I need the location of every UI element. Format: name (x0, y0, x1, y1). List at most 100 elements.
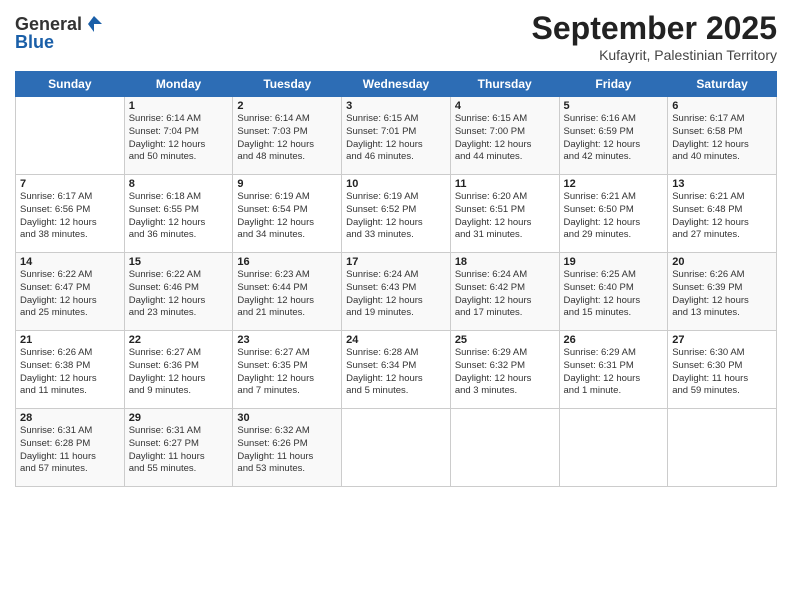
day-info: Sunrise: 6:19 AM Sunset: 6:52 PM Dayligh… (346, 191, 446, 242)
day-number: 23 (237, 334, 337, 346)
calendar-cell: 4Sunrise: 6:15 AM Sunset: 7:00 PM Daylig… (450, 97, 559, 175)
calendar-cell: 27Sunrise: 6:30 AM Sunset: 6:30 PM Dayli… (668, 331, 777, 409)
calendar-cell: 30Sunrise: 6:32 AM Sunset: 6:26 PM Dayli… (233, 409, 342, 487)
week-row: 7Sunrise: 6:17 AM Sunset: 6:56 PM Daylig… (16, 175, 777, 253)
day-number: 15 (129, 256, 229, 268)
day-number: 5 (564, 100, 664, 112)
day-info: Sunrise: 6:26 AM Sunset: 6:38 PM Dayligh… (20, 347, 120, 398)
day-header-wednesday: Wednesday (342, 72, 451, 97)
day-header-sunday: Sunday (16, 72, 125, 97)
day-number: 3 (346, 100, 446, 112)
calendar-cell: 28Sunrise: 6:31 AM Sunset: 6:28 PM Dayli… (16, 409, 125, 487)
calendar-cell: 3Sunrise: 6:15 AM Sunset: 7:01 PM Daylig… (342, 97, 451, 175)
calendar-cell: 17Sunrise: 6:24 AM Sunset: 6:43 PM Dayli… (342, 253, 451, 331)
calendar-cell: 9Sunrise: 6:19 AM Sunset: 6:54 PM Daylig… (233, 175, 342, 253)
day-number: 2 (237, 100, 337, 112)
day-info: Sunrise: 6:29 AM Sunset: 6:31 PM Dayligh… (564, 347, 664, 398)
logo-icon (84, 14, 104, 34)
day-info: Sunrise: 6:31 AM Sunset: 6:28 PM Dayligh… (20, 425, 120, 476)
day-number: 27 (672, 334, 772, 346)
day-info: Sunrise: 6:27 AM Sunset: 6:35 PM Dayligh… (237, 347, 337, 398)
day-info: Sunrise: 6:18 AM Sunset: 6:55 PM Dayligh… (129, 191, 229, 242)
calendar-cell: 23Sunrise: 6:27 AM Sunset: 6:35 PM Dayli… (233, 331, 342, 409)
header: General Blue September 2025 Kufayrit, Pa… (15, 10, 777, 63)
day-header-saturday: Saturday (668, 72, 777, 97)
day-info: Sunrise: 6:16 AM Sunset: 6:59 PM Dayligh… (564, 113, 664, 164)
calendar-cell: 19Sunrise: 6:25 AM Sunset: 6:40 PM Dayli… (559, 253, 668, 331)
day-number: 26 (564, 334, 664, 346)
day-info: Sunrise: 6:24 AM Sunset: 6:42 PM Dayligh… (455, 269, 555, 320)
day-number: 14 (20, 256, 120, 268)
day-number: 24 (346, 334, 446, 346)
day-info: Sunrise: 6:24 AM Sunset: 6:43 PM Dayligh… (346, 269, 446, 320)
calendar-cell: 26Sunrise: 6:29 AM Sunset: 6:31 PM Dayli… (559, 331, 668, 409)
day-number: 4 (455, 100, 555, 112)
header-row: SundayMondayTuesdayWednesdayThursdayFrid… (16, 72, 777, 97)
calendar-cell: 25Sunrise: 6:29 AM Sunset: 6:32 PM Dayli… (450, 331, 559, 409)
day-number: 21 (20, 334, 120, 346)
calendar-cell: 5Sunrise: 6:16 AM Sunset: 6:59 PM Daylig… (559, 97, 668, 175)
day-number: 12 (564, 178, 664, 190)
day-info: Sunrise: 6:25 AM Sunset: 6:40 PM Dayligh… (564, 269, 664, 320)
day-number: 11 (455, 178, 555, 190)
calendar-cell: 22Sunrise: 6:27 AM Sunset: 6:36 PM Dayli… (124, 331, 233, 409)
calendar-cell: 6Sunrise: 6:17 AM Sunset: 6:58 PM Daylig… (668, 97, 777, 175)
calendar-cell (450, 409, 559, 487)
day-info: Sunrise: 6:17 AM Sunset: 6:56 PM Dayligh… (20, 191, 120, 242)
day-info: Sunrise: 6:22 AM Sunset: 6:47 PM Dayligh… (20, 269, 120, 320)
day-header-monday: Monday (124, 72, 233, 97)
calendar-cell: 20Sunrise: 6:26 AM Sunset: 6:39 PM Dayli… (668, 253, 777, 331)
calendar-table: SundayMondayTuesdayWednesdayThursdayFrid… (15, 71, 777, 487)
day-number: 30 (237, 412, 337, 424)
day-info: Sunrise: 6:29 AM Sunset: 6:32 PM Dayligh… (455, 347, 555, 398)
day-number: 19 (564, 256, 664, 268)
calendar-cell: 18Sunrise: 6:24 AM Sunset: 6:42 PM Dayli… (450, 253, 559, 331)
calendar-cell (16, 97, 125, 175)
calendar-cell (668, 409, 777, 487)
title-block: September 2025 Kufayrit, Palestinian Ter… (532, 10, 777, 63)
week-row: 21Sunrise: 6:26 AM Sunset: 6:38 PM Dayli… (16, 331, 777, 409)
calendar-header: SundayMondayTuesdayWednesdayThursdayFrid… (16, 72, 777, 97)
calendar-cell: 14Sunrise: 6:22 AM Sunset: 6:47 PM Dayli… (16, 253, 125, 331)
day-header-friday: Friday (559, 72, 668, 97)
week-row: 28Sunrise: 6:31 AM Sunset: 6:28 PM Dayli… (16, 409, 777, 487)
day-info: Sunrise: 6:14 AM Sunset: 7:03 PM Dayligh… (237, 113, 337, 164)
day-info: Sunrise: 6:15 AM Sunset: 7:01 PM Dayligh… (346, 113, 446, 164)
day-number: 1 (129, 100, 229, 112)
day-info: Sunrise: 6:31 AM Sunset: 6:27 PM Dayligh… (129, 425, 229, 476)
day-header-thursday: Thursday (450, 72, 559, 97)
day-number: 28 (20, 412, 120, 424)
calendar-cell (342, 409, 451, 487)
calendar-cell: 7Sunrise: 6:17 AM Sunset: 6:56 PM Daylig… (16, 175, 125, 253)
calendar-cell: 16Sunrise: 6:23 AM Sunset: 6:44 PM Dayli… (233, 253, 342, 331)
calendar-cell: 21Sunrise: 6:26 AM Sunset: 6:38 PM Dayli… (16, 331, 125, 409)
logo: General Blue (15, 14, 104, 53)
day-number: 22 (129, 334, 229, 346)
week-row: 14Sunrise: 6:22 AM Sunset: 6:47 PM Dayli… (16, 253, 777, 331)
day-info: Sunrise: 6:19 AM Sunset: 6:54 PM Dayligh… (237, 191, 337, 242)
calendar-cell: 29Sunrise: 6:31 AM Sunset: 6:27 PM Dayli… (124, 409, 233, 487)
subtitle: Kufayrit, Palestinian Territory (532, 47, 777, 63)
logo-blue: Blue (15, 32, 104, 53)
main-title: September 2025 (532, 10, 777, 47)
day-info: Sunrise: 6:23 AM Sunset: 6:44 PM Dayligh… (237, 269, 337, 320)
calendar-cell: 1Sunrise: 6:14 AM Sunset: 7:04 PM Daylig… (124, 97, 233, 175)
day-number: 8 (129, 178, 229, 190)
day-info: Sunrise: 6:17 AM Sunset: 6:58 PM Dayligh… (672, 113, 772, 164)
day-info: Sunrise: 6:14 AM Sunset: 7:04 PM Dayligh… (129, 113, 229, 164)
week-row: 1Sunrise: 6:14 AM Sunset: 7:04 PM Daylig… (16, 97, 777, 175)
calendar-cell (559, 409, 668, 487)
day-info: Sunrise: 6:15 AM Sunset: 7:00 PM Dayligh… (455, 113, 555, 164)
day-number: 20 (672, 256, 772, 268)
calendar-cell: 13Sunrise: 6:21 AM Sunset: 6:48 PM Dayli… (668, 175, 777, 253)
calendar-cell: 8Sunrise: 6:18 AM Sunset: 6:55 PM Daylig… (124, 175, 233, 253)
day-info: Sunrise: 6:21 AM Sunset: 6:48 PM Dayligh… (672, 191, 772, 242)
calendar-cell: 2Sunrise: 6:14 AM Sunset: 7:03 PM Daylig… (233, 97, 342, 175)
day-info: Sunrise: 6:22 AM Sunset: 6:46 PM Dayligh… (129, 269, 229, 320)
day-header-tuesday: Tuesday (233, 72, 342, 97)
day-info: Sunrise: 6:21 AM Sunset: 6:50 PM Dayligh… (564, 191, 664, 242)
page: General Blue September 2025 Kufayrit, Pa… (0, 0, 792, 612)
calendar-body: 1Sunrise: 6:14 AM Sunset: 7:04 PM Daylig… (16, 97, 777, 487)
day-info: Sunrise: 6:27 AM Sunset: 6:36 PM Dayligh… (129, 347, 229, 398)
calendar-cell: 10Sunrise: 6:19 AM Sunset: 6:52 PM Dayli… (342, 175, 451, 253)
